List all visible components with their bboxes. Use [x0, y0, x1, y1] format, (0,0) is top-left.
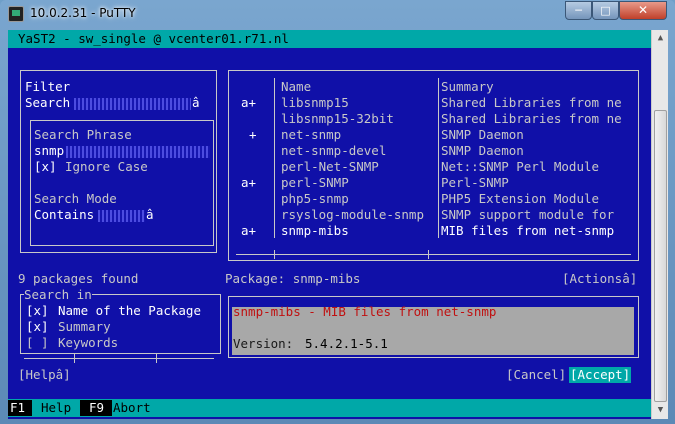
f9-label[interactable]: Abort — [113, 400, 151, 416]
scroll-down-arrow-icon[interactable]: ▼ — [652, 402, 669, 419]
package-status[interactable]: a+ — [241, 95, 256, 111]
window-title: 10.0.2.31 - PuTTY — [30, 6, 136, 20]
package-summary: SNMP Daemon — [441, 127, 524, 142]
cancel-button[interactable]: [Cancel] — [506, 367, 566, 383]
actions-menu-button[interactable]: [Actionsâ] — [562, 271, 637, 287]
details-headline: snmp-mibs - MIB files from net-snmp — [233, 304, 497, 319]
putty-window: 10.0.2.31 - PuTTY ─ □ ✕ YaST2 - sw_singl… — [0, 0, 675, 424]
filter-value[interactable]: Search — [25, 95, 70, 111]
vertical-scrollbar[interactable]: ▲ ▼ — [651, 30, 668, 419]
selected-package-label: Package: snmp-mibs — [225, 271, 361, 286]
column-header-name[interactable]: Name — [281, 79, 311, 95]
scrollbar-thumb[interactable] — [654, 110, 667, 402]
ignore-case-label: Ignore Case — [65, 159, 148, 174]
packages-found-count: 9 packages found — [18, 271, 139, 286]
f1-label[interactable]: Help — [41, 400, 71, 416]
table-hscroll-line — [236, 254, 631, 255]
keywords-label: Keywords — [58, 335, 119, 350]
title-bar[interactable]: 10.0.2.31 - PuTTY ─ □ ✕ — [0, 0, 675, 28]
package-name: libsnmp15 — [281, 95, 349, 110]
terminal[interactable]: YaST2 - sw_single @ vcenter01.r71.nl Fil… — [8, 30, 651, 419]
package-summary: SNMP support module for — [441, 207, 615, 222]
package-name: perl-Net-SNMP — [281, 159, 379, 174]
package-summary: Net::SNMP Perl Module — [441, 159, 600, 174]
table-hscroll-tick-2 — [428, 250, 429, 259]
package-summary: MIB files from net-snmp — [441, 223, 615, 238]
package-name: snmp-mibs — [281, 223, 349, 238]
package-status[interactable]: a+ — [241, 223, 256, 239]
maximize-button[interactable]: □ — [592, 1, 619, 20]
f1-key[interactable]: F1 — [8, 400, 32, 416]
search-phrase-label: Search Phrase — [34, 127, 132, 142]
name-of-package-label: Name of the Package — [58, 303, 201, 318]
column-header-summary[interactable]: Summary — [441, 79, 494, 95]
package-name: net-snmp-devel — [281, 143, 387, 158]
package-summary: PHP5 Extension Module — [441, 191, 600, 206]
search-in-hscroll-tick-1 — [74, 354, 75, 363]
search-in-label: Search in — [24, 287, 92, 303]
package-summary: Shared Libraries from ne — [441, 95, 622, 110]
details-version-value: 5.4.2.1-5.1 — [305, 336, 388, 351]
keywords-checkbox[interactable]: [ ] — [26, 335, 49, 351]
help-button[interactable]: [Helpâ] — [18, 367, 71, 383]
summary-checkbox[interactable]: [x] — [26, 319, 49, 335]
search-phrase-input[interactable]: snmp — [34, 143, 64, 159]
table-hscroll-tick-1 — [274, 250, 275, 259]
summary-label: Summary — [58, 319, 111, 334]
name-column-divider — [438, 78, 439, 238]
package-name: libsnmp15-32bit — [281, 111, 394, 126]
package-summary: SNMP Daemon — [441, 143, 524, 158]
name-of-package-checkbox[interactable]: [x] — [26, 303, 49, 319]
search-mode-arrow[interactable]: â — [146, 207, 154, 223]
search-mode-label: Search Mode — [34, 191, 117, 206]
minimize-button[interactable]: ─ — [565, 1, 592, 20]
details-version-label: Version: — [233, 336, 294, 351]
status-column-divider — [274, 78, 275, 238]
search-mode-value[interactable]: Contains — [34, 207, 94, 223]
f9-key[interactable]: F9 — [80, 400, 112, 416]
package-name: perl-SNMP — [281, 175, 349, 190]
package-summary: Perl-SNMP — [441, 175, 509, 190]
search-in-hscroll-line — [24, 358, 214, 359]
search-phrase-field[interactable] — [66, 146, 210, 158]
package-status[interactable]: + — [249, 127, 257, 143]
package-status[interactable]: a+ — [241, 175, 256, 191]
filter-label: Filter — [25, 79, 71, 94]
close-button[interactable]: ✕ — [619, 1, 667, 20]
ignore-case-checkbox[interactable]: [x] — [34, 159, 57, 175]
package-name: net-snmp — [281, 127, 342, 142]
accept-button[interactable]: [Accept] — [569, 367, 632, 383]
yast-title: YaST2 - sw_single @ vcenter01.r71.nl — [18, 31, 289, 46]
filter-combo-field[interactable] — [74, 98, 191, 110]
putty-icon — [8, 6, 24, 22]
filter-dropdown-arrow[interactable]: â — [192, 95, 200, 111]
search-mode-field[interactable] — [98, 210, 145, 222]
package-summary: Shared Libraries from ne — [441, 111, 622, 126]
search-in-hscroll-tick-2 — [156, 354, 157, 363]
package-name: php5-snmp — [281, 191, 349, 206]
scroll-up-arrow-icon[interactable]: ▲ — [652, 30, 669, 47]
package-name: rsyslog-module-snmp — [281, 207, 424, 222]
